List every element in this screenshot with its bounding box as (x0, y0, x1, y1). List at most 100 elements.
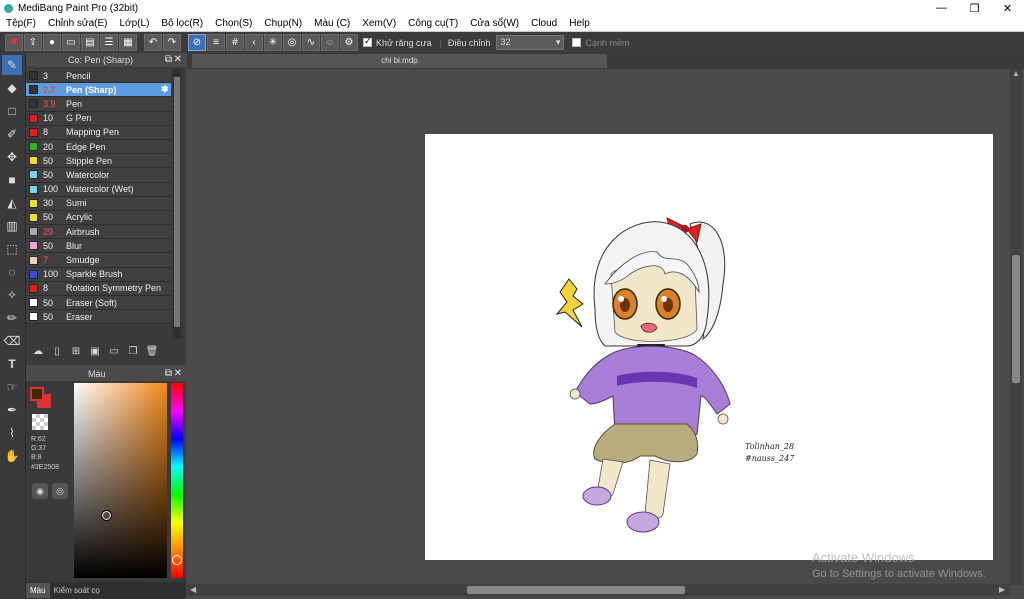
brush-scrollbar[interactable] (173, 69, 181, 339)
vertical-scroll-thumb[interactable] (1012, 255, 1020, 383)
brush-row[interactable]: 50 Watercolor (26, 168, 171, 183)
adjust-select[interactable]: 32 (496, 35, 565, 50)
brush-row[interactable]: 50 Stipple Pen (26, 154, 171, 169)
divide-tool-icon[interactable]: ✒ (2, 400, 22, 420)
brush-settings-gear-icon[interactable]: ✱ (161, 84, 171, 95)
antialias-checkbox[interactable] (363, 36, 372, 47)
select-rect-icon[interactable]: ⬚ (2, 239, 22, 259)
menu-view[interactable]: Xem(V) (356, 18, 402, 29)
fill-rect-icon[interactable]: ■ (2, 170, 22, 190)
radial-snap-icon[interactable]: ✳ (264, 34, 282, 51)
comment-icon[interactable]: ● (43, 34, 61, 51)
delete-icon[interactable]: ✖ (5, 34, 23, 51)
hue-handle[interactable] (172, 555, 182, 565)
popout-icon[interactable]: ⧉ (165, 367, 172, 381)
select-eraser-icon[interactable]: ⌫ (2, 331, 22, 351)
operation-tool-icon[interactable]: ☞ (2, 377, 22, 397)
horizontal-scrollbar[interactable]: ◀ ▶ (187, 584, 1010, 596)
page-icon[interactable]: ▤ (81, 34, 99, 51)
curve-snap-icon[interactable]: ∿ (302, 34, 320, 51)
magic-wand-icon[interactable]: ✧ (2, 285, 22, 305)
undo-icon[interactable]: ↶ (144, 34, 162, 51)
brush-row[interactable]: 50 Eraser (Soft) (26, 296, 171, 311)
brush-settings-icon[interactable]: ▣ (87, 343, 103, 359)
maximize-button[interactable]: ❐ (958, 0, 991, 16)
soft-edge-checkbox[interactable] (572, 38, 582, 47)
menu-file[interactable]: Tệp(F) (0, 18, 42, 29)
menu-tools[interactable]: Công cụ(T) (402, 18, 464, 29)
brush-row[interactable]: 8 Mapping Pen (26, 125, 171, 140)
export-icon[interactable]: ⇪ (24, 34, 42, 51)
add-brush-icon[interactable]: ⊞ (68, 343, 84, 359)
snap-settings-icon[interactable]: ⚙ (340, 34, 358, 51)
brush-row[interactable]: 10 G Pen (26, 111, 171, 126)
menu-cloud[interactable]: Cloud (525, 18, 563, 29)
dot-tool-icon[interactable]: ✐ (2, 124, 22, 144)
perspective-snap-icon[interactable]: ‹ (245, 34, 263, 51)
eraser-tool-icon[interactable]: ◆ (2, 78, 22, 98)
eyedropper-icon[interactable]: ⌇ (2, 423, 22, 443)
tab-color[interactable]: Màu (26, 583, 50, 598)
grid-layout-icon[interactable]: ▦ (119, 34, 137, 51)
document-tab[interactable]: chi bi.mdp (192, 54, 607, 68)
parallel-snap-icon[interactable]: ≡ (207, 34, 225, 51)
rect-shape-icon[interactable]: □ (2, 101, 22, 121)
duplicate-icon[interactable]: ❐ (125, 343, 141, 359)
foreground-color-swatch[interactable] (30, 387, 44, 401)
menu-edit[interactable]: Chỉnh sửa(E) (42, 18, 114, 29)
menu-filter[interactable]: Bộ lọc(R) (155, 18, 209, 29)
cloud-brush-icon[interactable]: ☁ (30, 343, 46, 359)
brush-row[interactable]: 3.9 Pen (26, 97, 171, 112)
brush-row[interactable]: 50 Blur (26, 239, 171, 254)
tab-brush-control[interactable]: Kiểm soát cọ (50, 583, 104, 598)
brush-row[interactable]: 8 Rotation Symmetry Pen (26, 281, 171, 296)
sv-picker-handle[interactable] (101, 510, 112, 521)
brush-row[interactable]: 3 Pencil (26, 69, 171, 84)
panel-close-icon[interactable]: ✕ (174, 53, 182, 67)
brush-row[interactable]: 100 Watercolor (Wet) (26, 182, 171, 197)
transparent-color-swatch[interactable] (32, 414, 48, 430)
ellipse-snap-icon[interactable]: ◌ (321, 34, 339, 51)
brush-row[interactable]: 100 Sparkle Brush (26, 267, 171, 282)
redo-icon[interactable]: ↷ (163, 34, 181, 51)
folder-icon[interactable]: ▭ (106, 343, 122, 359)
brush-row[interactable]: 20 Edge Pen (26, 139, 171, 155)
brush-row[interactable]: 50 Acrylic (26, 210, 171, 226)
circle-snap-icon[interactable]: ◎ (283, 34, 301, 51)
menu-window[interactable]: Cửa sổ(W) (464, 18, 525, 29)
brush-row[interactable]: 30 Sumi (26, 196, 171, 211)
snap-off-icon[interactable]: ⊘ (188, 34, 206, 51)
color-wheel-icon[interactable]: ◎ (52, 483, 68, 499)
gradient-icon[interactable]: ▥ (2, 216, 22, 236)
bucket-icon[interactable]: ◭ (2, 193, 22, 213)
move-tool-icon[interactable]: ✥ (2, 147, 22, 167)
menu-help[interactable]: Help (563, 18, 596, 29)
popout-icon[interactable]: ⧉ (165, 53, 172, 67)
menu-select[interactable]: Chọn(S) (209, 18, 258, 29)
brush-row[interactable]: 50 Eraser (26, 310, 171, 325)
panel-close-icon[interactable]: ✕ (174, 367, 182, 381)
brush-row[interactable]: 29 Airbrush (26, 225, 171, 240)
menu-layer[interactable]: Lớp(L) (114, 18, 156, 29)
vertical-scrollbar[interactable]: ▲ (1010, 69, 1022, 585)
text-tool-icon[interactable]: T (2, 354, 22, 374)
saturation-value-picker[interactable] (74, 383, 167, 578)
list-icon[interactable]: ☰ (100, 34, 118, 51)
menu-snap[interactable]: Chụp(N) (258, 18, 308, 29)
lasso-icon[interactable]: ◌ (2, 262, 22, 282)
trash-icon[interactable]: 🗑 (144, 343, 160, 359)
brush-tool-icon[interactable]: ✎ (2, 55, 22, 75)
close-button[interactable]: ✕ (991, 0, 1024, 16)
horizontal-scroll-thumb[interactable] (467, 586, 685, 594)
palette-icon[interactable]: ◉ (32, 483, 48, 499)
hand-icon[interactable]: ✋ (2, 446, 22, 466)
grid-snap-icon[interactable]: # (226, 34, 244, 51)
brush-row[interactable]: 2.7 Pen (Sharp) ✱ (26, 83, 171, 98)
menu-color[interactable]: Màu (C) (308, 18, 356, 29)
new-brush-icon[interactable]: ▯ (49, 343, 65, 359)
brush-row[interactable]: 7 Smudge (26, 253, 171, 268)
minimize-button[interactable]: — (925, 0, 958, 16)
message-icon[interactable]: ▭ (62, 34, 80, 51)
select-pen-icon[interactable]: ✏ (2, 308, 22, 328)
hue-slider[interactable] (171, 383, 183, 578)
